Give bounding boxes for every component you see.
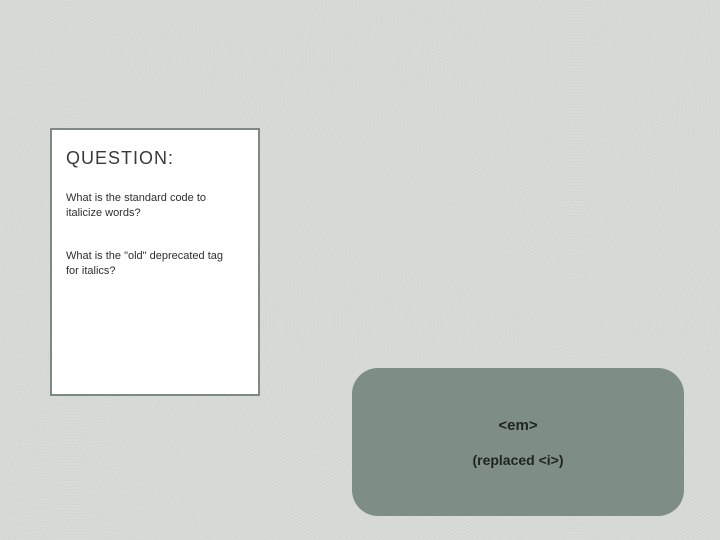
question-heading: QUESTION: <box>66 148 244 169</box>
answer-box: <em> (replaced <i>) <box>352 368 684 516</box>
question-box: QUESTION: What is the standard code to i… <box>50 128 260 396</box>
answer-line-1: <em> <box>498 417 537 434</box>
question-text-2: What is the "old" deprecated tag for ita… <box>66 249 236 279</box>
question-text-1: What is the standard code to italicize w… <box>66 191 236 221</box>
answer-line-2: (replaced <i>) <box>472 452 563 468</box>
